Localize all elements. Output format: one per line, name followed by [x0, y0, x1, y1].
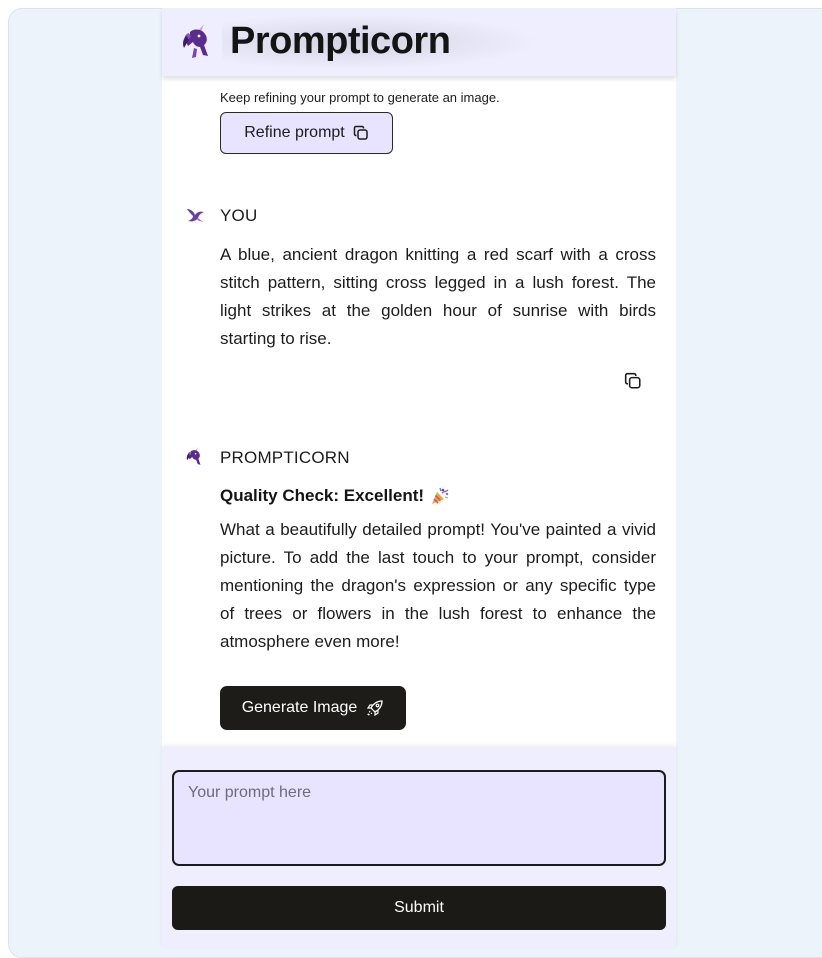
chat-messages[interactable]: Keep refining your prompt to generate an… [162, 76, 676, 748]
message-author-you: YOU [220, 206, 258, 225]
rocket-icon [366, 699, 384, 717]
message-author-prompticorn: PROMPTICORN [220, 448, 350, 467]
bird-icon [184, 204, 206, 226]
intro-hint: Keep refining your prompt to generate an… [220, 90, 500, 105]
app-header: Prompticorn [162, 8, 676, 76]
prompt-input[interactable] [172, 770, 666, 866]
generate-image-button[interactable]: Generate Image [220, 686, 406, 730]
unicorn-icon [178, 22, 218, 62]
app-container: Prompticorn Keep refining your prompt to… [162, 8, 676, 949]
refine-prompt-label: Refine prompt [244, 124, 345, 141]
unicorn-icon [184, 446, 206, 468]
prompt-composer: Submit [162, 748, 676, 949]
copy-icon[interactable] [624, 372, 644, 392]
copy-icon [353, 125, 369, 141]
generate-image-label: Generate Image [241, 699, 358, 716]
submit-button[interactable]: Submit [172, 886, 666, 930]
quality-check-title: Quality Check: Excellent! [220, 486, 450, 506]
party-popper-icon [430, 486, 450, 506]
message-body-prompticorn: What a beautifully detailed prompt! You'… [220, 520, 656, 651]
refine-prompt-button[interactable]: Refine prompt [220, 112, 393, 154]
quality-check-text: Quality Check: Excellent! [220, 486, 425, 505]
app-title: Prompticorn [230, 20, 451, 62]
message-body-you: A blue, ancient dragon knitting a red sc… [220, 245, 656, 348]
